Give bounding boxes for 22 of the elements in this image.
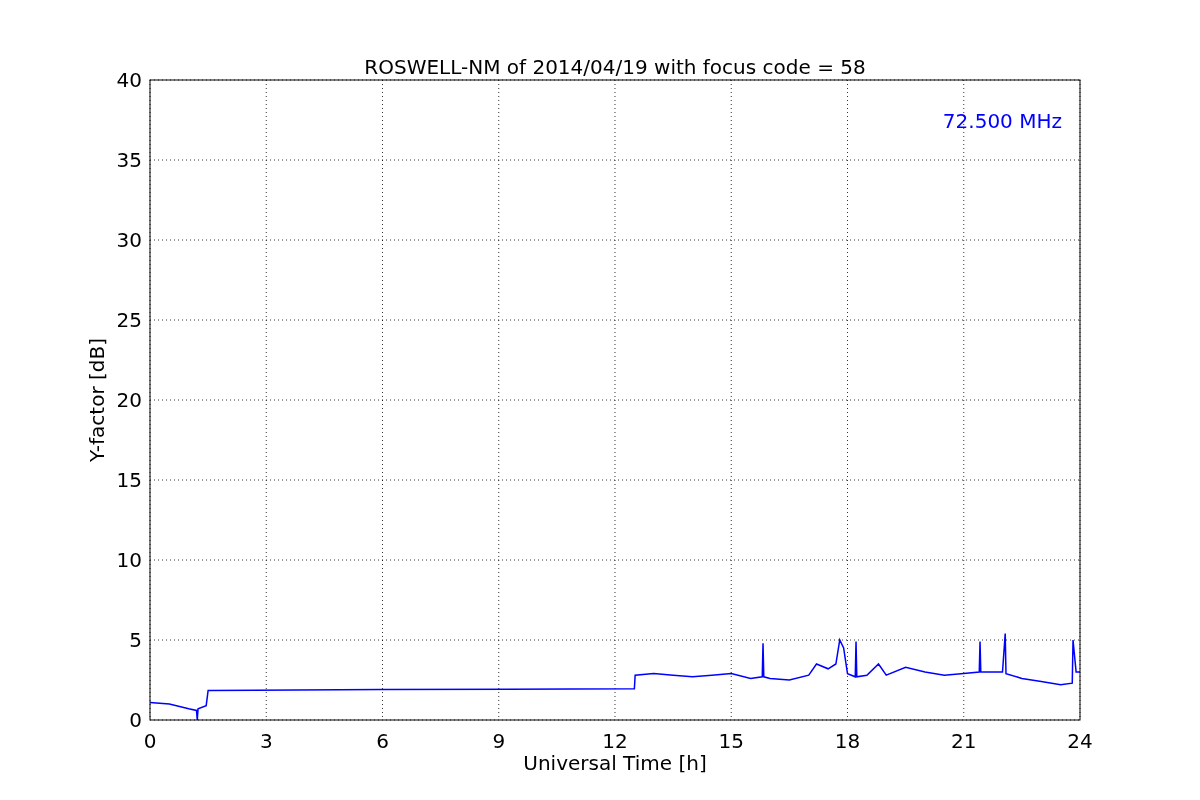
y-tick-label: 40 xyxy=(116,68,142,92)
y-tick-label: 15 xyxy=(116,468,142,492)
y-tick-label: 35 xyxy=(116,148,142,172)
x-tick-label: 21 xyxy=(951,729,977,753)
y-tick-label: 20 xyxy=(116,388,142,412)
x-tick-label: 0 xyxy=(143,729,157,753)
x-tick-label: 6 xyxy=(376,729,389,753)
y-tick-label: 25 xyxy=(116,308,142,332)
y-tick-label: 0 xyxy=(129,708,142,732)
x-axis-label: Universal Time [h] xyxy=(523,751,707,775)
y-tick-label: 30 xyxy=(116,228,142,252)
x-tick-label: 12 xyxy=(602,729,628,753)
y-tick-label: 5 xyxy=(129,628,142,652)
y-tick-label: 10 xyxy=(116,548,142,572)
y-axis-label: Y-factor [dB] xyxy=(85,338,109,462)
x-tick-label: 24 xyxy=(1067,729,1093,753)
x-tick-label: 18 xyxy=(834,729,861,753)
x-tick-label: 3 xyxy=(259,729,273,753)
frequency-label: 72.500 MHz xyxy=(942,109,1062,133)
x-tick-label: 15 xyxy=(718,729,744,753)
chart-title: ROSWELL-NM of 2014/04/19 with focus code = 58 xyxy=(364,55,866,79)
x-tick-label: 9 xyxy=(492,729,506,753)
